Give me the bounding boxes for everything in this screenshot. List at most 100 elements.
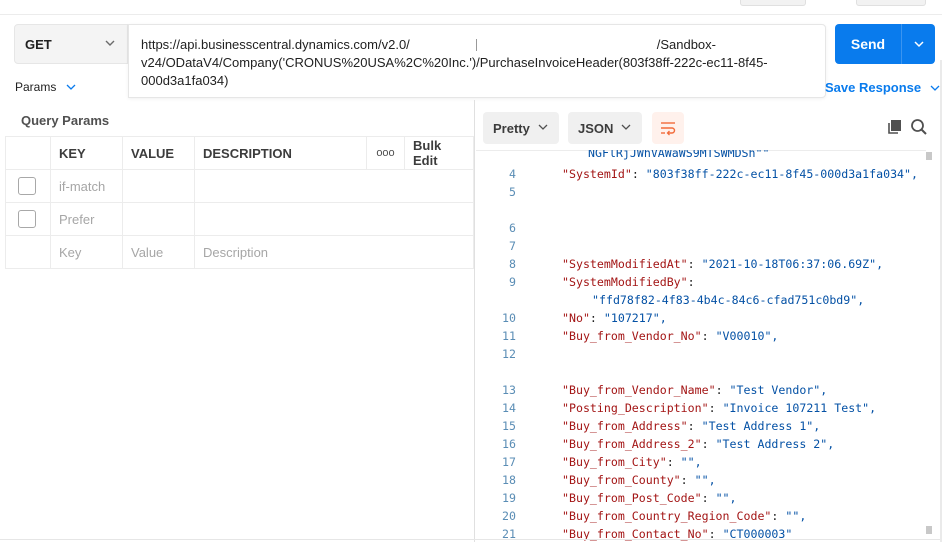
chevron-down-icon (621, 124, 631, 130)
json-key: "SystemModifiedAt" (562, 257, 688, 271)
json-key: "Posting_Description" (562, 401, 709, 415)
send-options-dropdown[interactable] (902, 37, 935, 51)
format-label: JSON (578, 120, 614, 136)
param-value-cell[interactable] (122, 169, 195, 203)
line-number: 8 (509, 257, 516, 271)
view-mode-dropdown[interactable]: Pretty (483, 112, 559, 144)
code-text: NGFlRjJWhVAWaWS9MTSWMDSh"" (588, 150, 769, 162)
line-number: 18 (502, 473, 516, 487)
code-line: 7 (476, 237, 926, 255)
json-key: "SystemId" (562, 167, 632, 181)
code-line: 11 "Buy_from_Vendor_No": "V00010", (476, 327, 926, 345)
json-value: "", (785, 509, 807, 523)
param-description-cell[interactable] (194, 169, 474, 203)
json-key: "SystemModifiedBy" (562, 275, 688, 289)
code-line: 18 "Buy_from_County": "", (476, 471, 926, 489)
scrollbar-up-arrow[interactable] (926, 152, 932, 160)
value-column-header: VALUE (122, 136, 195, 170)
json-value: "", (694, 473, 716, 487)
json-key: "Buy_from_Country_Region_Code" (562, 509, 772, 523)
code-line: 15 "Buy_from_Address": "Test Address 1", (476, 417, 926, 435)
view-mode-label: Pretty (493, 120, 530, 136)
code-text: "SystemModifiedBy": (562, 275, 695, 289)
key-placeholder[interactable]: Key (50, 235, 123, 269)
code-line: 13 "Buy_from_Vendor_Name": "Test Vendor", (476, 381, 926, 399)
json-value: NGFlRjJWhVAWaWS9MTSWMDSh"" (588, 150, 770, 160)
tab-params[interactable]: Params (15, 80, 77, 94)
json-value: "Test Address 1", (701, 419, 821, 433)
json-value: "107217", (603, 311, 667, 325)
chevron-down-icon (105, 40, 115, 46)
code-line: 19 "Buy_from_Post_Code": "", (476, 489, 926, 507)
code-text: "Buy_from_Vendor_Name": "Test Vendor", (562, 383, 828, 397)
code-text: "Buy_from_Address_2": "Test Address 2", (562, 437, 835, 451)
json-key: "Buy_from_Address_2" (562, 437, 702, 451)
line-number: 4 (509, 167, 516, 181)
description-placeholder[interactable]: Description (194, 235, 474, 269)
send-button[interactable]: Send (835, 24, 935, 64)
row-checkbox-cell (5, 202, 51, 236)
copy-icon[interactable] (887, 119, 903, 135)
json-value: "ffd78f82-4f83-4b4c-84c6-cfad751c0bd9", (592, 293, 865, 307)
toolbar-button-fragment[interactable] (740, 0, 806, 6)
url-line-2: v24/ODataV4/Company('CRONUS%20USA%2C%20I… (141, 55, 768, 70)
code-text: "SystemModifiedAt": "2021-10-18T06:37:06… (562, 257, 884, 271)
method-label: GET (25, 36, 52, 52)
more-options-button[interactable]: ooo (366, 136, 405, 170)
code-text: "Buy_from_Country_Region_Code": "", (562, 509, 807, 523)
param-key-cell[interactable]: if-match (50, 169, 123, 203)
line-number: 13 (502, 383, 516, 397)
param-key-cell[interactable]: Prefer (50, 202, 123, 236)
code-text: "SystemId": "803f38ff-222c-ec11-8f45-000… (562, 167, 919, 181)
toolbar-toggle-fragment[interactable] (856, 0, 926, 6)
line-number: 17 (502, 455, 516, 469)
code-text: "Buy_from_County": "", (562, 473, 716, 487)
code-line: 5 (476, 183, 926, 201)
send-label: Send (850, 36, 886, 52)
save-response-button[interactable]: Save Response (825, 80, 941, 95)
line-number: 20 (502, 509, 516, 523)
response-body[interactable]: NGFlRjJWhVAWaWS9MTSWMDSh"" 4 "SystemId": "… (476, 150, 926, 542)
json-key: "Buy_from_Address" (562, 419, 688, 433)
description-column-header: DESCRIPTION (194, 136, 367, 170)
json-key: "Buy_from_Post_Code" (562, 491, 702, 505)
text-cursor (475, 39, 477, 51)
row-checkbox[interactable] (18, 177, 36, 195)
method-select[interactable]: GET (14, 24, 128, 64)
url-line-3: 000d3a1fa034) (141, 73, 229, 88)
row-checkbox-cell (5, 235, 51, 269)
param-value-cell[interactable] (122, 202, 195, 236)
code-line: 16 "Buy_from_Address_2": "Test Address 2"… (476, 435, 926, 453)
bulk-edit-button[interactable]: Bulk Edit (404, 136, 474, 170)
code-text: "Buy_from_Address": "Test Address 1", (562, 419, 821, 433)
code-text: "Buy_from_Vendor_No": "V00010", (562, 329, 779, 343)
format-dropdown[interactable]: JSON (568, 112, 642, 144)
pane-divider[interactable] (474, 100, 475, 542)
chevron-down-icon (538, 124, 548, 130)
table-row: if-match (5, 169, 474, 203)
url-input[interactable]: https://api.businesscentral.dynamics.com… (128, 24, 826, 98)
search-icon[interactable] (910, 118, 928, 136)
query-params-table: KEY VALUE DESCRIPTION ooo Bulk Edit if-m… (5, 136, 474, 269)
code-text: "Buy_from_City": "", (562, 455, 702, 469)
scrollbar-down-arrow[interactable] (926, 526, 932, 534)
json-value: "803f38ff-222c-ec11-8f45-000d3a1fa034", (645, 167, 919, 181)
row-checkbox[interactable] (18, 210, 36, 228)
param-description-cell[interactable] (194, 202, 474, 236)
json-key: "Buy_from_County" (562, 473, 681, 487)
json-value: "Test Vendor", (729, 383, 828, 397)
wrap-lines-button[interactable] (652, 112, 684, 144)
code-line: 9 "SystemModifiedBy": (476, 273, 926, 291)
json-value: "2021-10-18T06:37:06.69Z", (701, 257, 884, 271)
value-placeholder[interactable]: Value (122, 235, 195, 269)
code-line: NGFlRjJWhVAWaWS9MTSWMDSh"" (476, 150, 926, 162)
line-number: 16 (502, 437, 516, 451)
line-number: 10 (502, 311, 516, 325)
line-number: 9 (509, 275, 516, 289)
chevron-down-icon (913, 41, 924, 48)
code-line: 17 "Buy_from_City": "", (476, 453, 926, 471)
json-value: "V00010", (715, 329, 779, 343)
code-line: 10 "No": "107217", (476, 309, 926, 327)
wrap-lines-icon (661, 122, 676, 136)
line-number: 19 (502, 491, 516, 505)
